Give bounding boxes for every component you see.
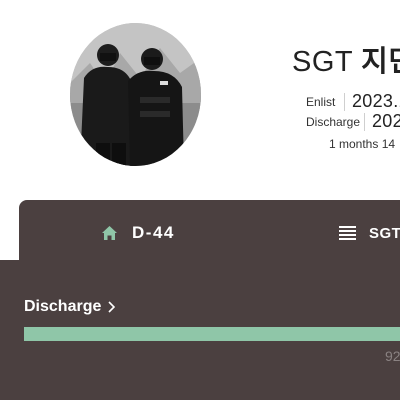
tab-rank[interactable]: SGT: [339, 221, 400, 245]
home-icon: [101, 225, 118, 241]
discharge-date: 202: [372, 111, 400, 131]
profile-rank: SGT: [292, 46, 353, 78]
discharge-divider: [364, 112, 365, 131]
enlist-divider: [344, 92, 345, 111]
discharge-panel-title-text: Discharge: [24, 298, 102, 315]
tab-rank-label: SGT: [369, 224, 400, 242]
enlist-label: Enlist: [306, 94, 336, 109]
enlist-date: 2023.1: [352, 91, 400, 111]
profile-given-name: 지민: [361, 46, 400, 78]
discharge-progress-fill: [24, 327, 400, 341]
tab-dday-label: D-44: [132, 223, 175, 242]
avatar-photo: [70, 23, 201, 166]
menu-icon: [339, 226, 356, 240]
service-period: 1 months 14: [329, 137, 396, 151]
discharge-panel-title[interactable]: Discharge: [24, 298, 116, 316]
profile-avatar[interactable]: [70, 23, 201, 166]
discharge-label: Discharge: [306, 114, 361, 129]
enlist-row: Enlist 2023.1: [306, 91, 400, 112]
tab-dday[interactable]: D-44: [101, 221, 175, 245]
discharge-progress-text: 92: [385, 348, 400, 364]
profile-name: SGT 지민: [292, 38, 400, 80]
discharge-row: Discharge 202: [306, 111, 400, 132]
chevron-right-icon: [108, 301, 116, 313]
discharge-progress-bar: [24, 327, 400, 341]
